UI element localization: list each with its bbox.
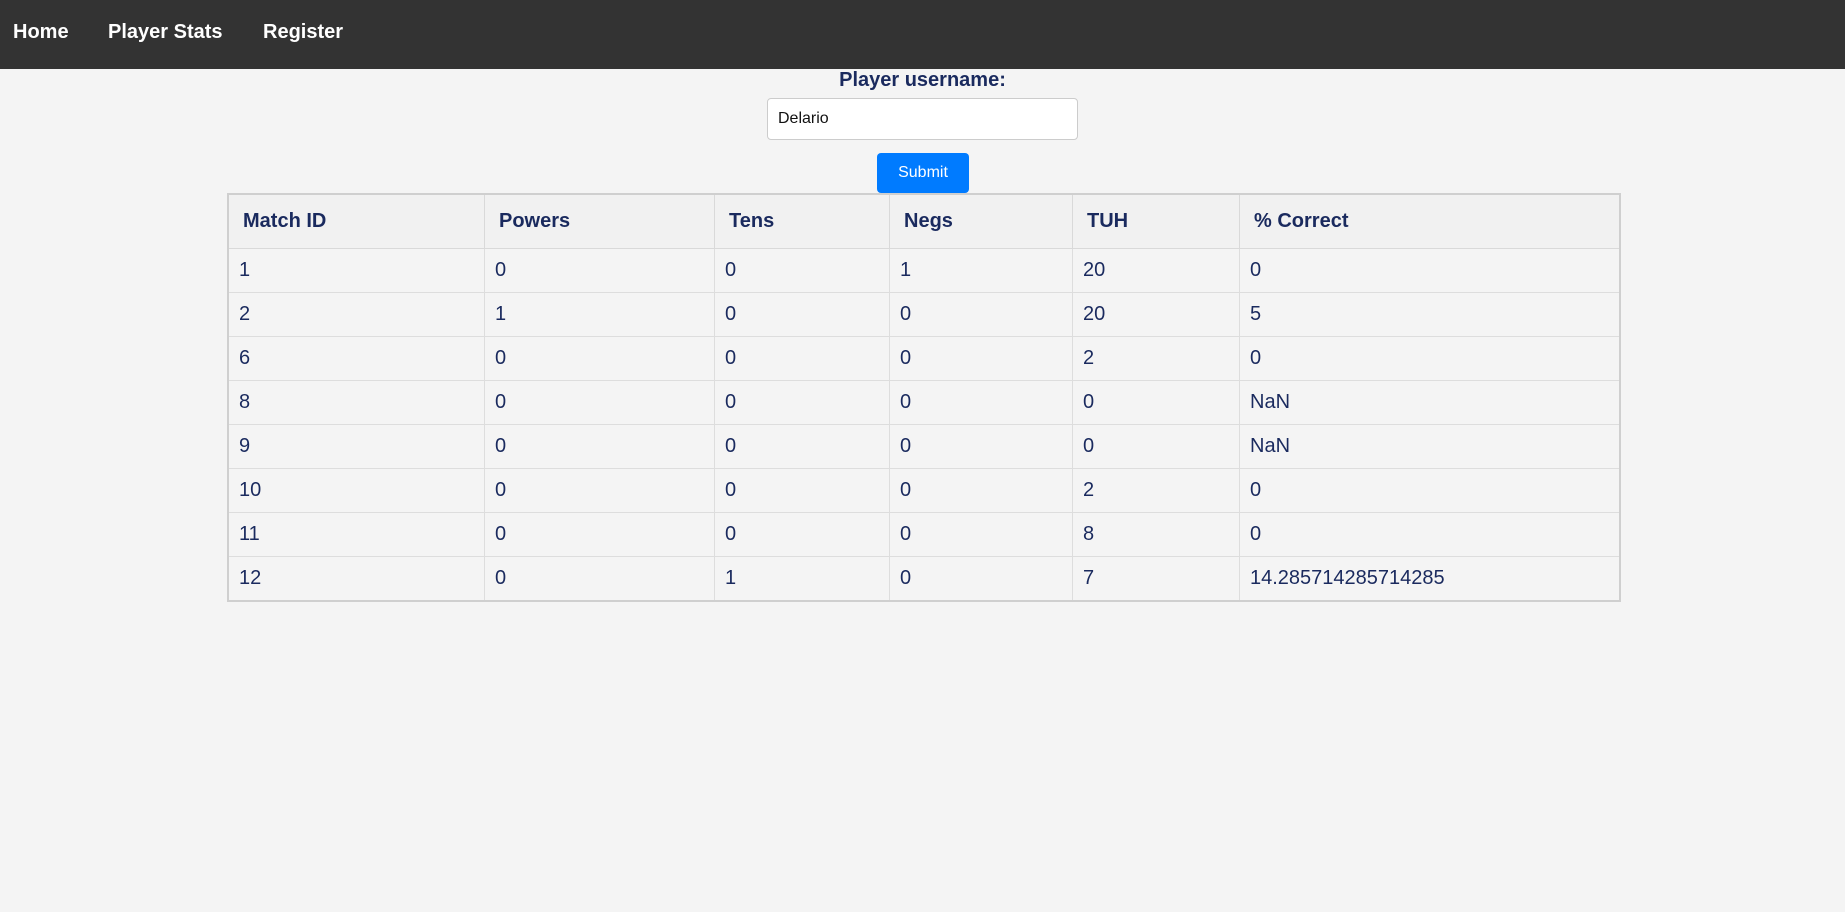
table-row: 8 0 0 0 0 NaN xyxy=(227,380,1621,425)
table-row: 12 0 1 0 7 14.285714285714285 xyxy=(227,556,1621,602)
cell-percent-correct: 0 xyxy=(1239,336,1621,381)
cell-negs: 0 xyxy=(889,468,1073,513)
cell-tens: 0 xyxy=(714,336,890,381)
column-header-tens: Tens xyxy=(714,193,890,249)
cell-match-id: 8 xyxy=(227,380,485,425)
cell-match-id: 12 xyxy=(227,556,485,602)
cell-tuh: 20 xyxy=(1072,292,1240,337)
cell-percent-correct: NaN xyxy=(1239,424,1621,469)
cell-tuh: 2 xyxy=(1072,468,1240,513)
column-header-percent-correct: % Correct xyxy=(1239,193,1621,249)
cell-percent-correct: 14.285714285714285 xyxy=(1239,556,1621,602)
table-row: 2 1 0 0 20 5 xyxy=(227,292,1621,337)
username-label: Player username: xyxy=(839,69,1006,91)
cell-negs: 0 xyxy=(889,512,1073,557)
table-row: 600020 xyxy=(227,336,1621,381)
cell-tuh: 7 xyxy=(1072,556,1240,602)
cell-negs: 0 xyxy=(889,380,1073,425)
submit-button[interactable]: Submit xyxy=(877,153,969,193)
column-header-powers: Powers xyxy=(484,193,715,249)
cell-match-id: 9 xyxy=(227,424,485,469)
table-row: 11 0 0 0 8 0 xyxy=(227,512,1621,557)
cell-percent-correct: 0 xyxy=(1239,512,1621,557)
cell-percent-correct: NaN xyxy=(1239,380,1621,425)
cell-powers: 0 xyxy=(484,380,715,425)
cell-negs: 0 xyxy=(889,336,1073,381)
table-row: 10 0 0 0 2 0 xyxy=(227,468,1621,513)
nav-link-home[interactable]: Home xyxy=(13,0,69,64)
username-input[interactable] xyxy=(767,98,1078,140)
cell-negs: 0 xyxy=(889,292,1073,337)
cell-negs: 1 xyxy=(889,248,1073,293)
nav-link-player-stats[interactable]: Player Stats xyxy=(108,0,223,64)
cell-tens: 0 xyxy=(714,468,890,513)
top-navigation-bar: Home Player Stats Register xyxy=(0,0,1845,69)
cell-powers: 1 xyxy=(484,292,715,337)
cell-match-id: 6 xyxy=(227,336,485,381)
cell-tuh: 0 xyxy=(1072,424,1240,469)
column-header-negs: Negs xyxy=(889,193,1073,249)
cell-match-id: 11 xyxy=(227,512,485,557)
table-row: 1 0 0 1 20 0 xyxy=(227,248,1621,293)
cell-percent-correct: 0 xyxy=(1239,468,1621,513)
cell-match-id: 1 xyxy=(227,248,485,293)
cell-tens: 0 xyxy=(714,248,890,293)
cell-match-id: 2 xyxy=(227,292,485,337)
cell-powers: 0 xyxy=(484,512,715,557)
cell-tens: 0 xyxy=(714,512,890,557)
table-body: 1 0 0 1 20 0 2 1 0 0 20 5 6 0 0 0 2 0 8 0 0 0 0 NaN 9 0 0 0 0 NaN 10 0 0… xyxy=(227,248,1621,602)
table-header-row: Match ID Powers Tens Negs TUH % Correct xyxy=(227,193,1621,249)
cell-tens: 1 xyxy=(714,556,890,602)
column-header-tuh: TUH xyxy=(1072,193,1240,249)
cell-tuh: 2 xyxy=(1072,336,1240,381)
cell-match-id: 10 xyxy=(227,468,485,513)
column-header-match-id: Match ID xyxy=(227,193,485,249)
cell-powers: 0 xyxy=(484,424,715,469)
cell-tens: 0 xyxy=(714,424,890,469)
cell-tuh: 0 xyxy=(1072,380,1240,425)
cell-negs: 0 xyxy=(889,556,1073,602)
cell-powers: 0 xyxy=(484,556,715,602)
cell-tuh: 20 xyxy=(1072,248,1240,293)
cell-tens: 0 xyxy=(714,380,890,425)
table-row: 9 0 0 0 0 NaN xyxy=(227,424,1621,469)
cell-percent-correct: 5 xyxy=(1239,292,1621,337)
match-stats-table: Match ID Powers Tens Negs TUH % Correct … xyxy=(227,193,1621,602)
cell-percent-correct: 0 xyxy=(1239,248,1621,293)
cell-tuh: 8 xyxy=(1072,512,1240,557)
cell-tens: 0 xyxy=(714,292,890,337)
nav-link-register[interactable]: Register xyxy=(263,0,343,64)
cell-powers: 0 xyxy=(484,336,715,381)
cell-powers: 0 xyxy=(484,248,715,293)
cell-negs: 0 xyxy=(889,424,1073,469)
cell-powers: 0 xyxy=(484,468,715,513)
